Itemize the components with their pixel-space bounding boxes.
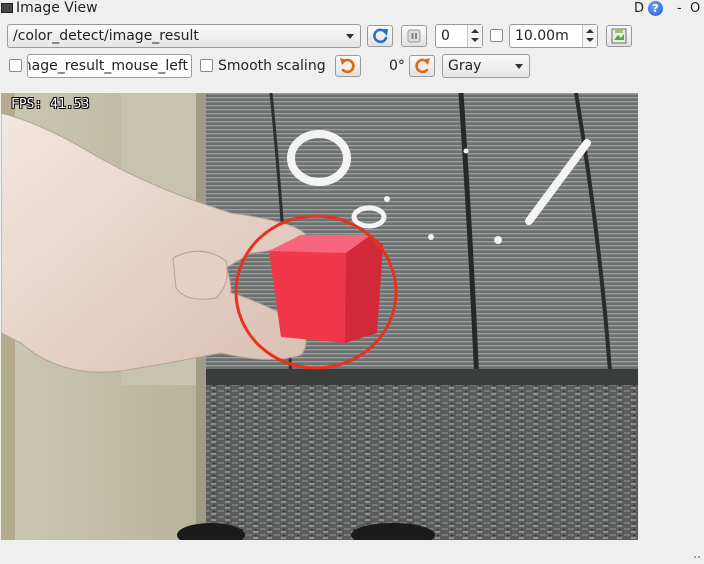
image-view[interactable]: FPS: 41.53 bbox=[1, 93, 638, 540]
queue-size-spinbox[interactable]: 0 bbox=[435, 24, 483, 48]
mouse-publish-checkbox[interactable] bbox=[9, 59, 22, 72]
help-icon[interactable]: ? bbox=[648, 1, 663, 16]
rotate-right-button[interactable] bbox=[409, 55, 435, 77]
chevron-down-icon bbox=[471, 38, 479, 42]
close-button[interactable]: O bbox=[690, 0, 700, 17]
spin-arrows[interactable] bbox=[467, 25, 482, 47]
rate-value: 10.00m bbox=[515, 28, 569, 44]
chevron-down-icon bbox=[346, 34, 354, 39]
save-image-icon bbox=[611, 28, 627, 44]
chevron-down-icon bbox=[515, 64, 523, 69]
save-image-button[interactable] bbox=[606, 25, 632, 47]
color-mode-value: Gray bbox=[448, 58, 482, 74]
mouse-topic-value: image_result_mouse_left bbox=[27, 58, 188, 74]
pause-icon bbox=[407, 29, 421, 43]
topic-select[interactable]: /color_detect/image_result bbox=[7, 24, 361, 48]
rotation-value: 0° bbox=[389, 58, 405, 74]
chevron-up-icon bbox=[586, 29, 594, 33]
fps-overlay: FPS: 41.53 bbox=[11, 97, 90, 112]
pause-button[interactable] bbox=[401, 25, 427, 47]
mouse-topic-input[interactable]: image_result_mouse_left bbox=[27, 54, 192, 78]
title-bar: Image View D ? - O bbox=[0, 0, 704, 18]
refresh-button[interactable] bbox=[367, 25, 393, 47]
smooth-scaling-checkbox[interactable] bbox=[200, 59, 213, 72]
window-icon bbox=[1, 3, 13, 13]
rate-spinbox[interactable]: 10.00m bbox=[509, 24, 598, 48]
rotate-left-button[interactable] bbox=[335, 55, 361, 77]
topic-select-value: /color_detect/image_result bbox=[13, 28, 199, 44]
rotate-ccw-icon bbox=[340, 58, 355, 74]
smooth-scaling-label: Smooth scaling bbox=[218, 58, 326, 74]
refresh-icon bbox=[373, 28, 388, 44]
chevron-up-icon bbox=[471, 29, 479, 33]
color-mode-select[interactable]: Gray bbox=[442, 54, 530, 78]
resize-grip[interactable] bbox=[693, 548, 701, 558]
window-title: Image View bbox=[16, 0, 98, 16]
detach-button[interactable]: D bbox=[634, 0, 644, 17]
spin-arrows[interactable] bbox=[582, 25, 597, 47]
rotate-cw-icon bbox=[415, 58, 430, 74]
queue-size-value: 0 bbox=[441, 28, 450, 44]
minimize-button[interactable]: - bbox=[677, 0, 682, 17]
camera-image bbox=[1, 93, 638, 540]
rate-checkbox[interactable] bbox=[490, 29, 503, 42]
chevron-down-icon bbox=[586, 38, 594, 42]
